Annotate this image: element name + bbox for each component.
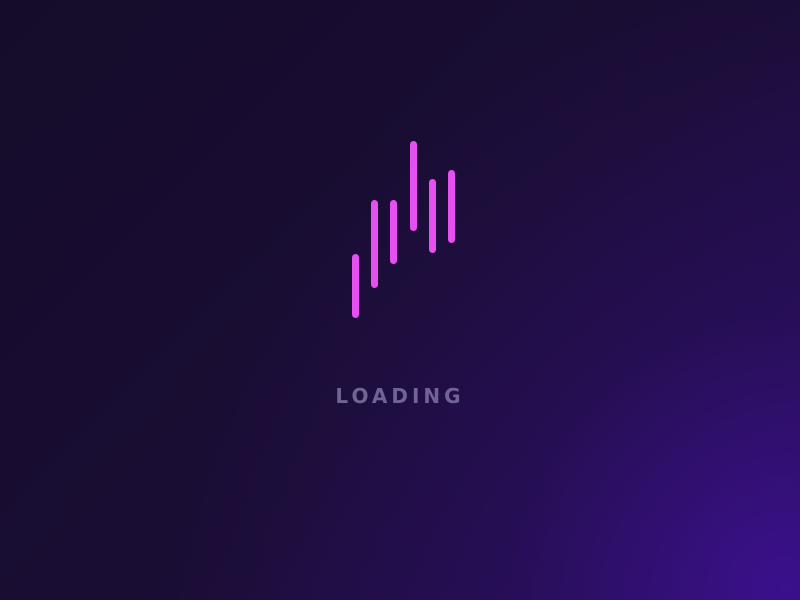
loading-bar [429, 179, 436, 253]
loading-screen: LOADING [0, 0, 800, 600]
loading-status-text: LOADING [335, 384, 465, 408]
loading-bars-icon [0, 0, 800, 600]
loading-bar [390, 200, 397, 264]
loading-bar [371, 200, 378, 288]
loading-bar [410, 141, 417, 231]
loading-bar [352, 254, 359, 318]
loading-bar [448, 170, 455, 243]
